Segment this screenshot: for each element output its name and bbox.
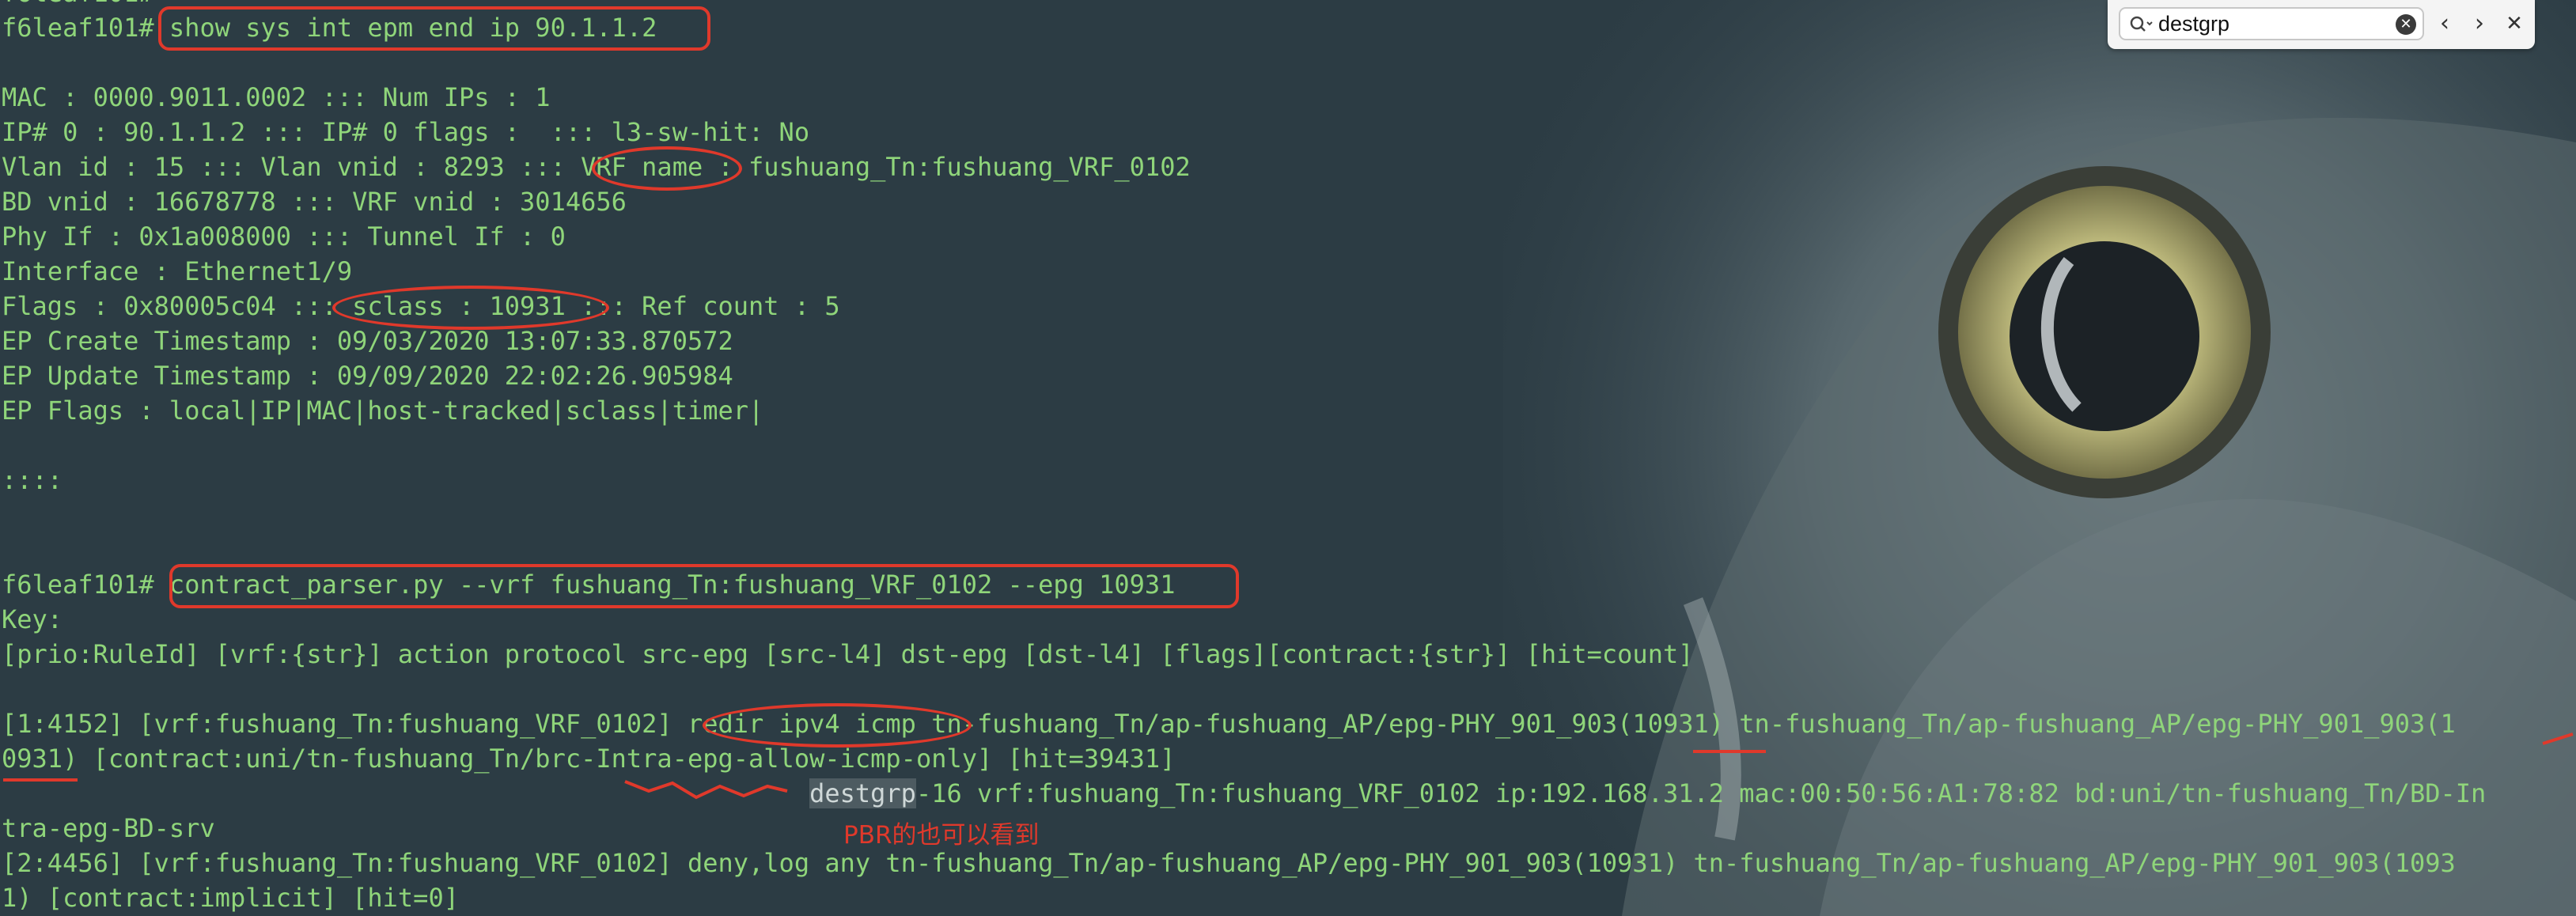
terminal-line: Key:: [2, 604, 63, 634]
terminal-window[interactable]: f6leaf101# f6leaf101# show sys int epm e…: [0, 0, 2576, 916]
annotation-contract-parser-box: [169, 564, 1239, 608]
terminal-line: [prio:RuleId] [vrf:{str}] action protoco…: [2, 639, 1694, 669]
find-bar: ✕ ‹ › ✕: [2108, 0, 2535, 49]
terminal-line: Interface : Ethernet1/9: [2, 256, 353, 286]
terminal-line: MAC : 0000.9011.0002 ::: Num IPs : 1: [2, 82, 551, 112]
annotation-command-box: [158, 6, 710, 51]
terminal-line: 0931) [contract:uni/tn-fushuang_Tn/brc-I…: [2, 744, 1176, 774]
next-match-icon[interactable]: ›: [2465, 8, 2494, 40]
search-match-highlight: destgrp: [809, 778, 916, 808]
previous-match-icon[interactable]: ‹: [2430, 8, 2459, 40]
search-icon[interactable]: [2128, 14, 2154, 35]
terminal-line: EP Update Timestamp : 09/09/2020 22:02:2…: [2, 361, 733, 391]
terminal-line: EP Create Timestamp : 09/03/2020 13:07:3…: [2, 326, 733, 356]
terminal-line: IP# 0 : 90.1.1.2 ::: IP# 0 flags : ::: l…: [2, 117, 810, 147]
clear-search-icon[interactable]: ✕: [2396, 14, 2416, 35]
annotation-sclass-oval: [332, 286, 609, 330]
terminal-line: tra-epg-BD-srv: [2, 813, 215, 843]
pbr-detail: -16 vrf:fushuang_Tn:fushuang_VRF_0102 ip…: [915, 778, 2487, 808]
pbr-indent: [2, 778, 809, 808]
annotation-redir-oval: [703, 703, 972, 748]
close-icon[interactable]: ✕: [2500, 8, 2529, 40]
search-input[interactable]: [2158, 12, 2388, 36]
annotation-vrf-name-oval: [592, 146, 742, 191]
terminal-line: f6leaf101#: [2, 0, 154, 11]
terminal-line: ::::: [2, 465, 63, 495]
terminal-line: EP Flags : local|IP|MAC|host-tracked|scl…: [2, 396, 764, 426]
terminal-line: BD vnid : 16678778 ::: VRF vnid : 301465…: [2, 187, 627, 217]
terminal-line: [2:4456] [vrf:fushuang_Tn:fushuang_VRF_0…: [2, 848, 2456, 878]
terminal-line: 1) [contract:implicit] [hit=0]: [2, 883, 459, 913]
annotation-note: PBR的也可以看到: [843, 821, 1040, 850]
terminal-line: [1:4152] [vrf:fushuang_Tn:fushuang_VRF_0…: [2, 709, 2456, 739]
terminal-line-pbr: destgrp-16 vrf:fushuang_Tn:fushuang_VRF_…: [2, 777, 2486, 812]
terminal-line: Phy If : 0x1a008000 ::: Tunnel If : 0: [2, 221, 566, 252]
search-field[interactable]: ✕: [2119, 7, 2424, 40]
